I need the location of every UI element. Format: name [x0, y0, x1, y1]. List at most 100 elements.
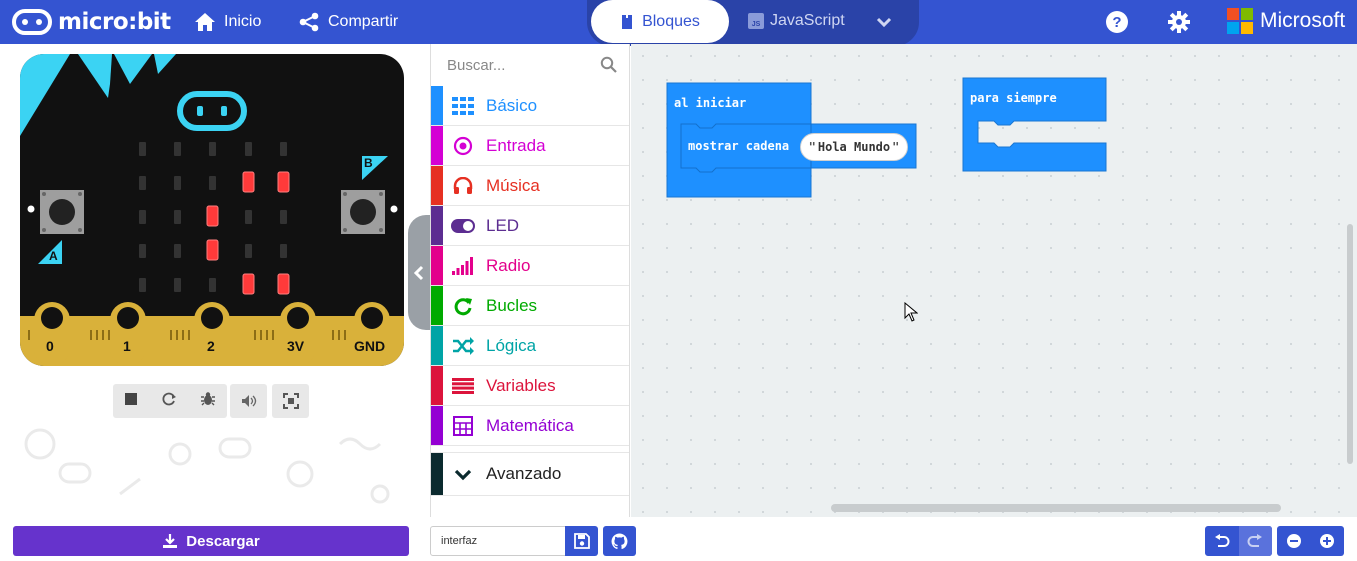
settings-button[interactable] — [1165, 8, 1193, 36]
category-label: Bucles — [486, 295, 538, 315]
simulator-panel: A B 0 1 2 3V GND — [0, 44, 430, 517]
category-entrada[interactable]: Entrada — [431, 126, 629, 166]
home-button[interactable]: Inicio — [194, 0, 261, 44]
toolbox: Buscar... Básico Entrada Música LED Radi… — [430, 44, 630, 517]
refresh-icon — [451, 295, 475, 317]
category-color-bar — [431, 366, 443, 405]
on-start-block[interactable]: al iniciar mostrar cadena " Hola Mundo " — [666, 82, 918, 200]
undo-redo-group — [1205, 526, 1272, 556]
bottom-bar: Descargar — [0, 517, 1357, 561]
show-string-label: mostrar cadena — [688, 139, 790, 153]
microbit-logo[interactable]: micro:bit — [12, 9, 171, 35]
category-led[interactable]: LED — [431, 206, 629, 246]
download-label: Descargar — [186, 532, 260, 550]
logo-text: micro:bit — [58, 9, 171, 35]
category-variables[interactable]: Variables — [431, 366, 629, 406]
category-bucles[interactable]: Bucles — [431, 286, 629, 326]
project-name-input[interactable] — [430, 526, 566, 556]
pin-2-label[interactable]: 2 — [207, 338, 215, 354]
category-label: Radio — [486, 255, 531, 275]
undo-button[interactable] — [1205, 526, 1238, 556]
category-color-bar — [431, 326, 443, 365]
category-color-bar — [431, 406, 443, 445]
more-editors-dropdown[interactable] — [876, 0, 892, 44]
pin-1-label[interactable]: 1 — [123, 338, 131, 354]
fullscreen-button[interactable] — [272, 384, 309, 418]
category-label: Variables — [486, 375, 556, 395]
forever-block[interactable]: para siempre — [962, 77, 1108, 173]
redo-icon — [1247, 534, 1263, 547]
category-color-bar — [431, 86, 443, 125]
save-button[interactable] — [565, 526, 598, 556]
pin-0-label[interactable]: 0 — [46, 338, 54, 354]
calculator-icon — [451, 415, 475, 437]
home-label: Inicio — [224, 13, 262, 30]
category-color-bar — [431, 453, 443, 495]
zoom-out-button[interactable] — [1277, 526, 1310, 556]
toggle-icon — [451, 215, 475, 237]
help-button[interactable]: ? — [1103, 8, 1131, 36]
headphones-icon — [451, 175, 475, 197]
toolbox-search[interactable]: Buscar... — [431, 44, 629, 86]
zoom-in-button[interactable] — [1311, 526, 1344, 556]
share-label: Compartir — [328, 13, 399, 30]
category-label: Matemática — [486, 415, 574, 435]
search-icon[interactable] — [600, 56, 617, 73]
category-color-bar — [431, 126, 443, 165]
category-label: Entrada — [486, 135, 546, 155]
button-a-label: A — [49, 249, 58, 263]
download-button[interactable]: Descargar — [13, 526, 409, 556]
led-matrix — [139, 142, 290, 295]
tab-blocks[interactable]: Bloques — [591, 0, 729, 43]
category-label: Avanzado — [486, 464, 562, 483]
signal-icon — [451, 255, 475, 277]
sound-icon — [241, 395, 256, 407]
simulator-controls — [113, 384, 227, 418]
chevron-down-icon — [451, 464, 475, 486]
stop-button[interactable] — [124, 392, 138, 411]
pin-3v-label[interactable]: 3V — [287, 338, 304, 354]
string-value: Hola Mundo — [817, 140, 891, 154]
category-color-bar — [431, 166, 443, 205]
save-icon — [573, 533, 590, 549]
share-button[interactable]: Compartir — [298, 0, 398, 44]
category-avanzado[interactable]: Avanzado — [431, 452, 629, 496]
category-musica[interactable]: Música — [431, 166, 629, 206]
redo-button[interactable] — [1238, 526, 1272, 556]
category-label: Lógica — [486, 335, 537, 355]
download-icon — [163, 534, 178, 548]
gear-icon — [1168, 11, 1190, 33]
top-bar: micro:bit Inicio Compartir Bloques JS Ja… — [0, 0, 1357, 46]
category-logica[interactable]: Lógica — [431, 326, 629, 366]
vertical-scrollbar[interactable] — [1347, 224, 1353, 464]
category-color-bar — [431, 286, 443, 325]
shuffle-icon — [451, 335, 475, 357]
category-matematica[interactable]: Matemática — [431, 406, 629, 446]
zoom-group — [1277, 526, 1344, 556]
microbit-board: A B 0 1 2 3V GND — [20, 54, 404, 366]
search-input[interactable]: Buscar... — [447, 57, 505, 74]
chevron-left-icon — [414, 265, 424, 280]
close-quote: " — [892, 140, 900, 154]
microsoft-logo[interactable]: Microsoft — [1227, 8, 1345, 34]
home-icon — [195, 13, 215, 31]
pin-gnd-label[interactable]: GND — [354, 338, 385, 354]
debug-button[interactable] — [200, 391, 216, 412]
category-radio[interactable]: Radio — [431, 246, 629, 286]
collapse-simulator-button[interactable] — [408, 215, 430, 330]
chevron-down-icon — [876, 17, 892, 27]
github-button[interactable] — [603, 526, 636, 556]
category-basico[interactable]: Básico — [431, 86, 629, 126]
restart-button[interactable] — [161, 391, 177, 412]
string-input[interactable]: " Hola Mundo " — [800, 133, 908, 161]
category-label: Música — [486, 175, 540, 195]
stop-icon — [125, 392, 138, 405]
forever-label: para siempre — [970, 91, 1057, 105]
svg-text:JS: JS — [752, 21, 761, 28]
tab-javascript[interactable]: JS JavaScript — [748, 0, 845, 42]
category-label: Básico — [486, 95, 538, 115]
horizontal-scrollbar[interactable] — [831, 504, 1281, 512]
sound-button[interactable] — [230, 384, 267, 418]
blocks-workspace[interactable]: al iniciar mostrar cadena " Hola Mundo " p… — [631, 44, 1357, 517]
zoom-in-icon — [1320, 534, 1335, 548]
